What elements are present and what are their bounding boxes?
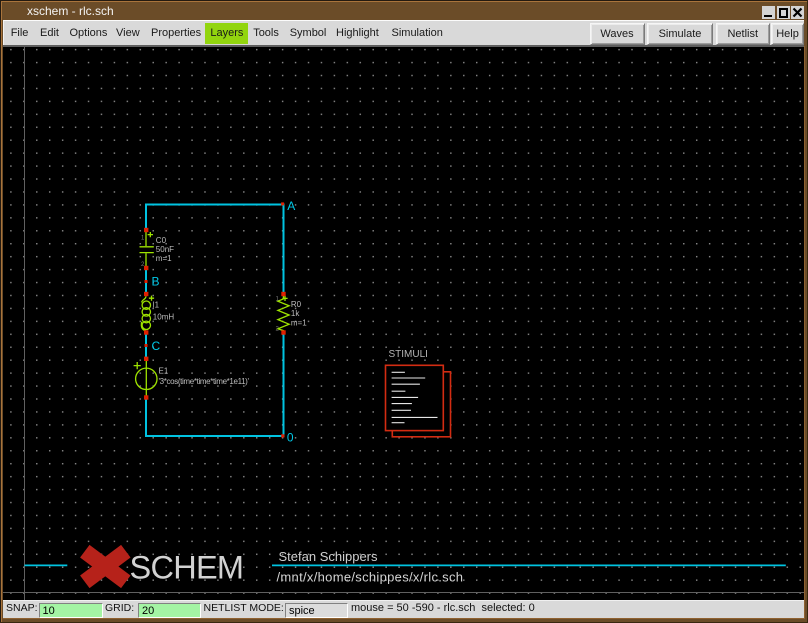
- svg-text:'3*cos(time*time*time*1e11)': '3*cos(time*time*time*1e11)': [159, 377, 250, 386]
- svg-text:A: A: [287, 199, 295, 213]
- svg-text:1k: 1k: [291, 309, 300, 318]
- svg-text:50nF: 50nF: [156, 245, 174, 254]
- svg-text:STIMULI: STIMULI: [389, 349, 428, 360]
- svg-text:B: B: [152, 274, 160, 288]
- svg-text:E1: E1: [159, 366, 169, 375]
- svg-text:10mH: 10mH: [153, 312, 175, 321]
- svg-text:/mnt/x/home/schippes/x/rlc.sch: /mnt/x/home/schippes/x/rlc.sch: [277, 570, 464, 585]
- svg-text:m=1: m=1: [156, 254, 172, 263]
- svg-text:0: 0: [287, 430, 294, 444]
- svg-text:Stefan Schippers: Stefan Schippers: [279, 549, 379, 564]
- svg-text:l1: l1: [153, 301, 160, 310]
- svg-text:C0: C0: [156, 236, 167, 245]
- svg-text:R0: R0: [291, 300, 302, 309]
- svg-text:m=1: m=1: [291, 319, 307, 328]
- svg-text:SCHEM: SCHEM: [130, 550, 245, 586]
- svg-text:C: C: [152, 339, 161, 353]
